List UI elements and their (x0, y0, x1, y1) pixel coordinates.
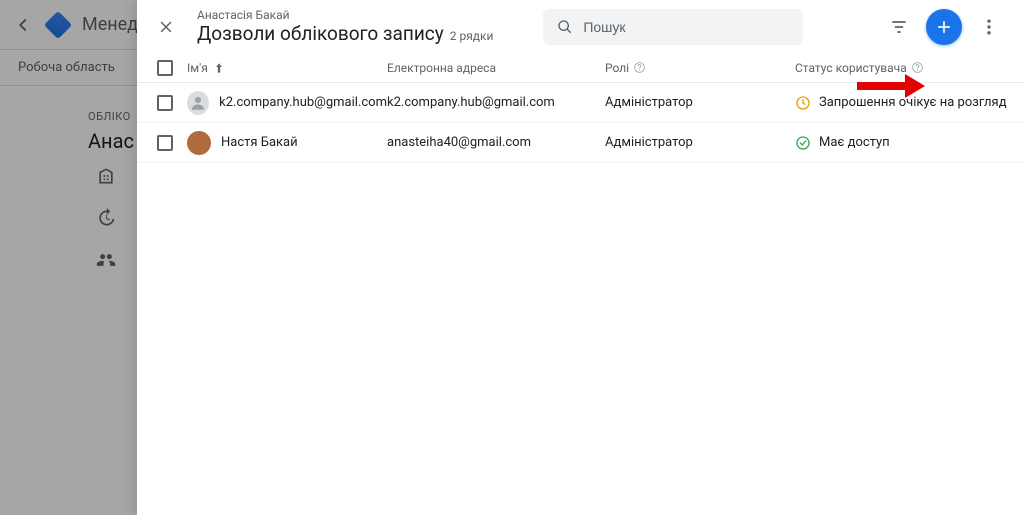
filter-button[interactable] (882, 10, 916, 44)
check-circle-icon (795, 135, 811, 151)
select-all-checkbox[interactable] (157, 60, 173, 76)
row-name: k2.company.hub@gmail.com (219, 95, 387, 110)
panel-row-count: 2 рядки (450, 29, 494, 43)
permissions-table: Ім'я Електронна адреса Ролі Статус корис… (137, 53, 1024, 163)
search-box[interactable] (543, 9, 803, 45)
clock-icon (795, 95, 811, 111)
table-row[interactable]: k2.company.hub@gmail.com k2.company.hub@… (137, 83, 1024, 123)
col-role[interactable]: Ролі (605, 61, 795, 75)
row-menu-button[interactable] (1015, 134, 1024, 152)
avatar (187, 91, 209, 115)
col-status[interactable]: Статус користувача (795, 61, 1015, 75)
row-status: Має доступ (795, 135, 1015, 151)
row-status: Запрошення очікує на розгляд (795, 95, 1015, 111)
search-input[interactable] (583, 19, 789, 35)
avatar (187, 131, 211, 155)
filter-icon (889, 17, 909, 37)
panel-title: Дозволи облікового запису (197, 22, 444, 45)
panel-subtitle: Анастасія Бакай (197, 8, 497, 22)
row-role: Адміністратор (605, 95, 795, 110)
more-vert-icon (979, 17, 999, 37)
more-button[interactable] (972, 10, 1006, 44)
close-icon (157, 18, 175, 36)
row-checkbox[interactable] (157, 95, 173, 111)
row-email: anasteiha40@gmail.com (387, 135, 605, 150)
row-name: Настя Бакай (221, 135, 298, 150)
col-email[interactable]: Електронна адреса (387, 61, 605, 75)
search-icon (557, 18, 573, 36)
sort-asc-icon (212, 61, 226, 75)
permissions-panel: Анастасія Бакай Дозволи облікового запис… (137, 0, 1024, 515)
close-button[interactable] (149, 10, 183, 44)
row-email: k2.company.hub@gmail.com (387, 95, 605, 110)
table-header: Ім'я Електронна адреса Ролі Статус корис… (137, 53, 1024, 83)
add-button[interactable] (926, 9, 962, 45)
col-name[interactable]: Ім'я (187, 61, 387, 75)
plus-icon (934, 17, 954, 37)
panel-header: Анастасія Бакай Дозволи облікового запис… (137, 0, 1024, 53)
help-icon (911, 61, 924, 74)
row-role: Адміністратор (605, 135, 795, 150)
help-icon (633, 61, 646, 74)
table-row[interactable]: Настя Бакай anasteiha40@gmail.com Адміні… (137, 123, 1024, 163)
row-menu-button[interactable] (1015, 94, 1024, 112)
row-checkbox[interactable] (157, 135, 173, 151)
person-icon (189, 94, 207, 112)
